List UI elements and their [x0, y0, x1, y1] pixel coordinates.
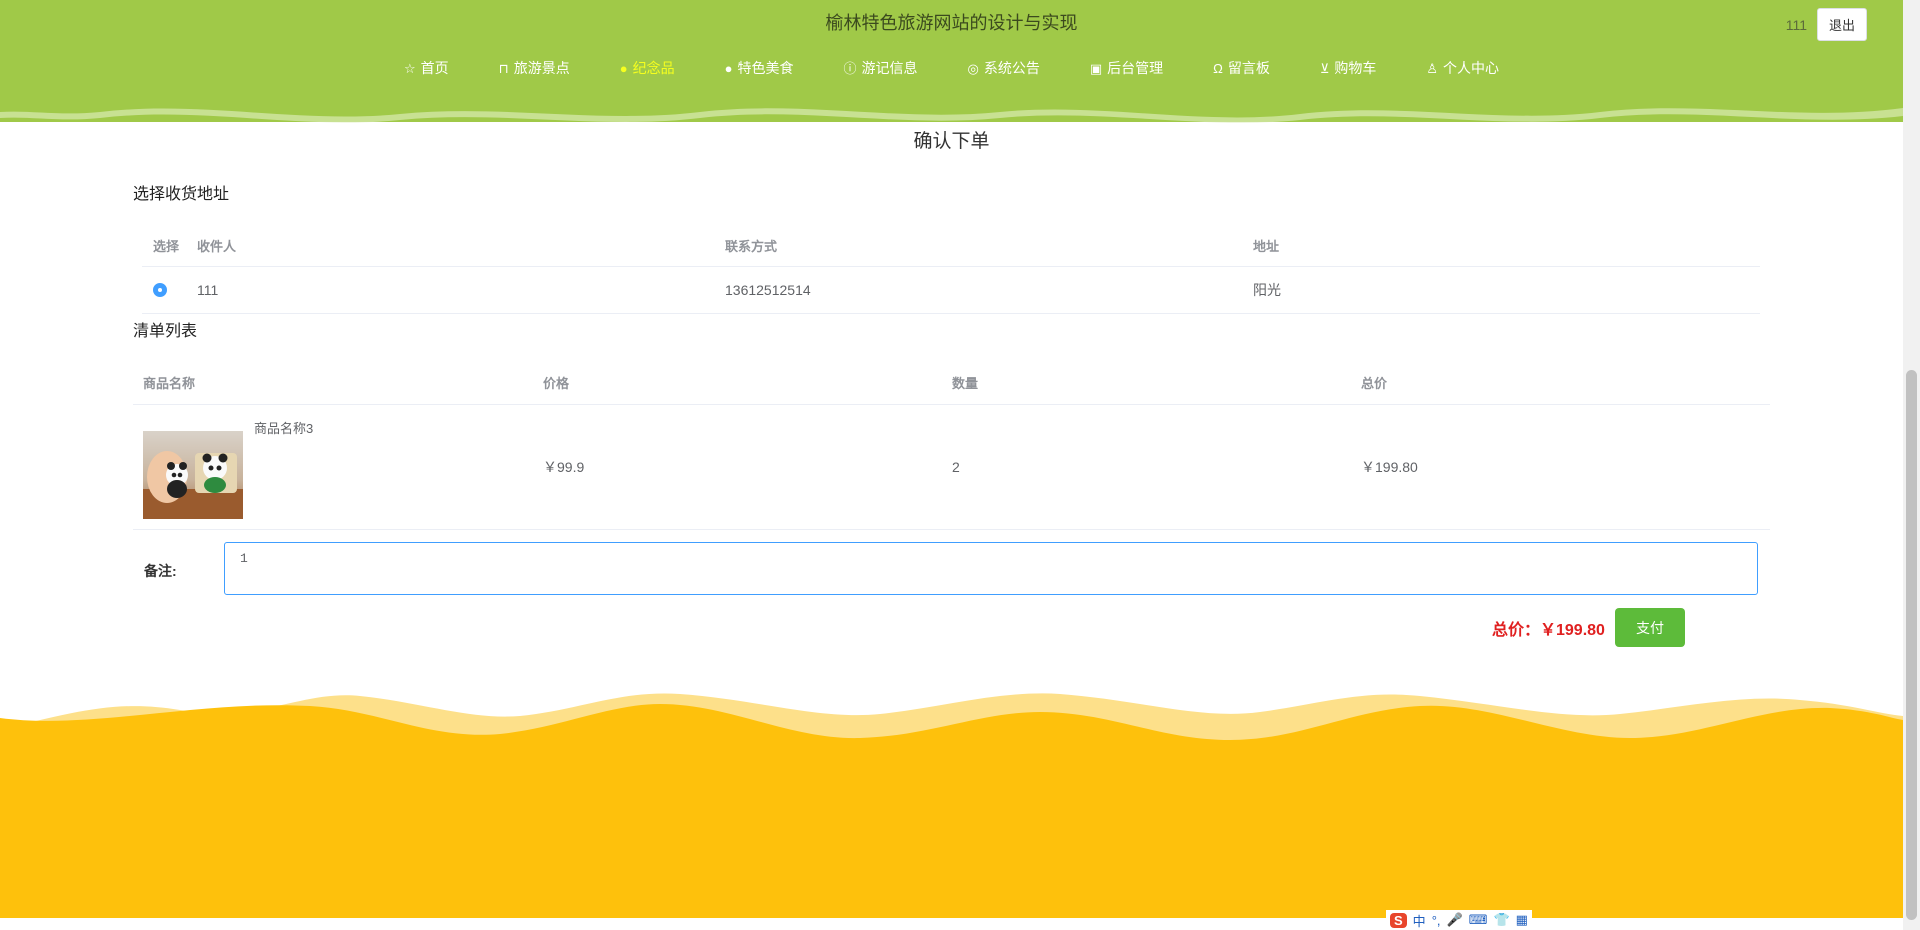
- nav-label: 游记信息: [861, 60, 918, 76]
- site-title: 榆林特色旅游网站的设计与实现: [825, 13, 1078, 33]
- table-row: 商品名称3 ￥99.9 2 ￥199.80: [133, 405, 1770, 530]
- column-header: 总价: [1361, 375, 1388, 391]
- circle-icon: ●: [619, 60, 628, 76]
- nav-admin[interactable]: ▣ 后台管理: [1065, 58, 1188, 78]
- vertical-scrollbar[interactable]: [1903, 0, 1920, 930]
- nav-label: 个人中心: [1443, 60, 1500, 76]
- column-header: 数量: [952, 375, 979, 391]
- nav-label: 购物车: [1334, 60, 1377, 76]
- address-table: 选择 收件人 联系方式 地址 111 13612512514 阳光: [142, 224, 1760, 314]
- address-radio[interactable]: [153, 283, 167, 297]
- goods-total: ￥199.80: [1361, 459, 1418, 475]
- address-section-title: 选择收货地址: [133, 186, 230, 203]
- ime-toolbar[interactable]: S 中 °, 🎤 ⌨ 👕 ▦: [1386, 910, 1532, 930]
- recipient-phone: 13612512514: [725, 282, 811, 298]
- nav-label: 旅游景点: [513, 60, 570, 76]
- circle-icon: ●: [724, 60, 733, 76]
- main-nav: ☆ 首页 ⊓ 旅游景点 ● 纪念品 ● 特色美食 ⓘ 游记信息 ◎ 系统公告 ▣ 后台管理 Ω…: [0, 58, 1903, 78]
- star-icon: ☆: [403, 60, 416, 76]
- goods-table: 商品名称 价格 数量 总价 商品名称3 ￥99.9 2 ￥199.80: [133, 360, 1770, 530]
- building-icon: ▣: [1089, 60, 1103, 76]
- headset-icon: Ω: [1213, 60, 1223, 76]
- goods-name: 商品名称3: [254, 421, 314, 436]
- nav-message-board[interactable]: Ω 留言板: [1188, 58, 1295, 78]
- nav-label: 纪念品: [632, 60, 675, 76]
- column-header: 收件人: [197, 238, 237, 254]
- ime-grid-icon[interactable]: ▦: [1516, 912, 1528, 928]
- address-table-header: 选择 收件人 联系方式 地址: [142, 224, 1760, 267]
- scrollbar-thumb[interactable]: [1906, 370, 1917, 920]
- column-header: 地址: [1253, 238, 1280, 254]
- order-total: 总价：￥199.80: [1492, 621, 1605, 639]
- info-icon: ⓘ: [843, 60, 857, 76]
- table-row[interactable]: 111 13612512514 阳光: [142, 267, 1760, 314]
- nav-label: 留言板: [1227, 60, 1270, 76]
- product-image: [143, 431, 243, 519]
- recipient-address: 阳光: [1253, 282, 1281, 298]
- user-icon: ♙: [1426, 60, 1439, 76]
- nav-souvenirs[interactable]: ● 纪念品: [595, 58, 700, 78]
- header-wave: [0, 96, 1903, 123]
- cart-icon: ⊻: [1319, 60, 1330, 76]
- nav-label: 系统公告: [983, 60, 1040, 76]
- goods-table-header: 商品名称 价格 数量 总价: [133, 360, 1770, 405]
- nav-announcements[interactable]: ◎ 系统公告: [943, 58, 1065, 78]
- remark-label: 备注:: [144, 563, 177, 579]
- ime-microphone-icon[interactable]: 🎤: [1447, 912, 1463, 928]
- page-title: 确认下单: [913, 131, 990, 152]
- ime-keyboard-icon[interactable]: ⌨: [1469, 912, 1488, 928]
- pay-button[interactable]: 支付: [1614, 608, 1685, 647]
- site-header: 榆林特色旅游网站的设计与实现 111 退出 ☆ 首页 ⊓ 旅游景点 ● 纪念品 ● 特色…: [0, 0, 1903, 123]
- order-summary: 总价：￥199.80 支付: [1492, 608, 1685, 647]
- select-cell: [142, 283, 197, 297]
- footer-waves: [0, 693, 1903, 918]
- column-header: 选择: [153, 238, 180, 254]
- recipient-name: 111: [197, 282, 219, 298]
- nav-label: 首页: [420, 60, 449, 76]
- nav-attractions[interactable]: ⊓ 旅游景点: [474, 58, 595, 78]
- nav-cart[interactable]: ⊻ 购物车: [1295, 58, 1402, 78]
- list-section-title: 清单列表: [133, 323, 198, 340]
- nav-food[interactable]: ● 特色美食: [700, 58, 819, 78]
- ime-punctuation-icon[interactable]: °,: [1432, 913, 1441, 928]
- ime-skin-icon[interactable]: 👕: [1493, 912, 1509, 928]
- panda-figure-image: [143, 451, 243, 519]
- goods-quantity: 2: [952, 459, 960, 475]
- column-header: 价格: [543, 375, 570, 391]
- ime-logo-icon[interactable]: S: [1390, 912, 1407, 928]
- nav-label: 后台管理: [1107, 60, 1164, 76]
- goods-name-cell: 商品名称3: [133, 415, 543, 519]
- ime-chinese-toggle[interactable]: 中: [1413, 911, 1426, 930]
- nav-profile[interactable]: ♙ 个人中心: [1401, 58, 1524, 78]
- user-name: 111: [1785, 16, 1807, 33]
- column-header: 联系方式: [725, 238, 778, 254]
- nav-home[interactable]: ☆ 首页: [379, 58, 474, 78]
- nav-travel-notes[interactable]: ⓘ 游记信息: [818, 58, 942, 78]
- goods-price: ￥99.9: [543, 459, 585, 475]
- logout-button[interactable]: 退出: [1816, 8, 1867, 41]
- nav-label: 特色美食: [737, 60, 794, 76]
- remark-input[interactable]: 1: [224, 542, 1758, 595]
- column-header: 商品名称: [143, 375, 196, 391]
- globe-icon: ◎: [967, 60, 979, 76]
- user-area: 111 退出: [1786, 8, 1867, 41]
- bag-icon: ⊓: [498, 60, 509, 76]
